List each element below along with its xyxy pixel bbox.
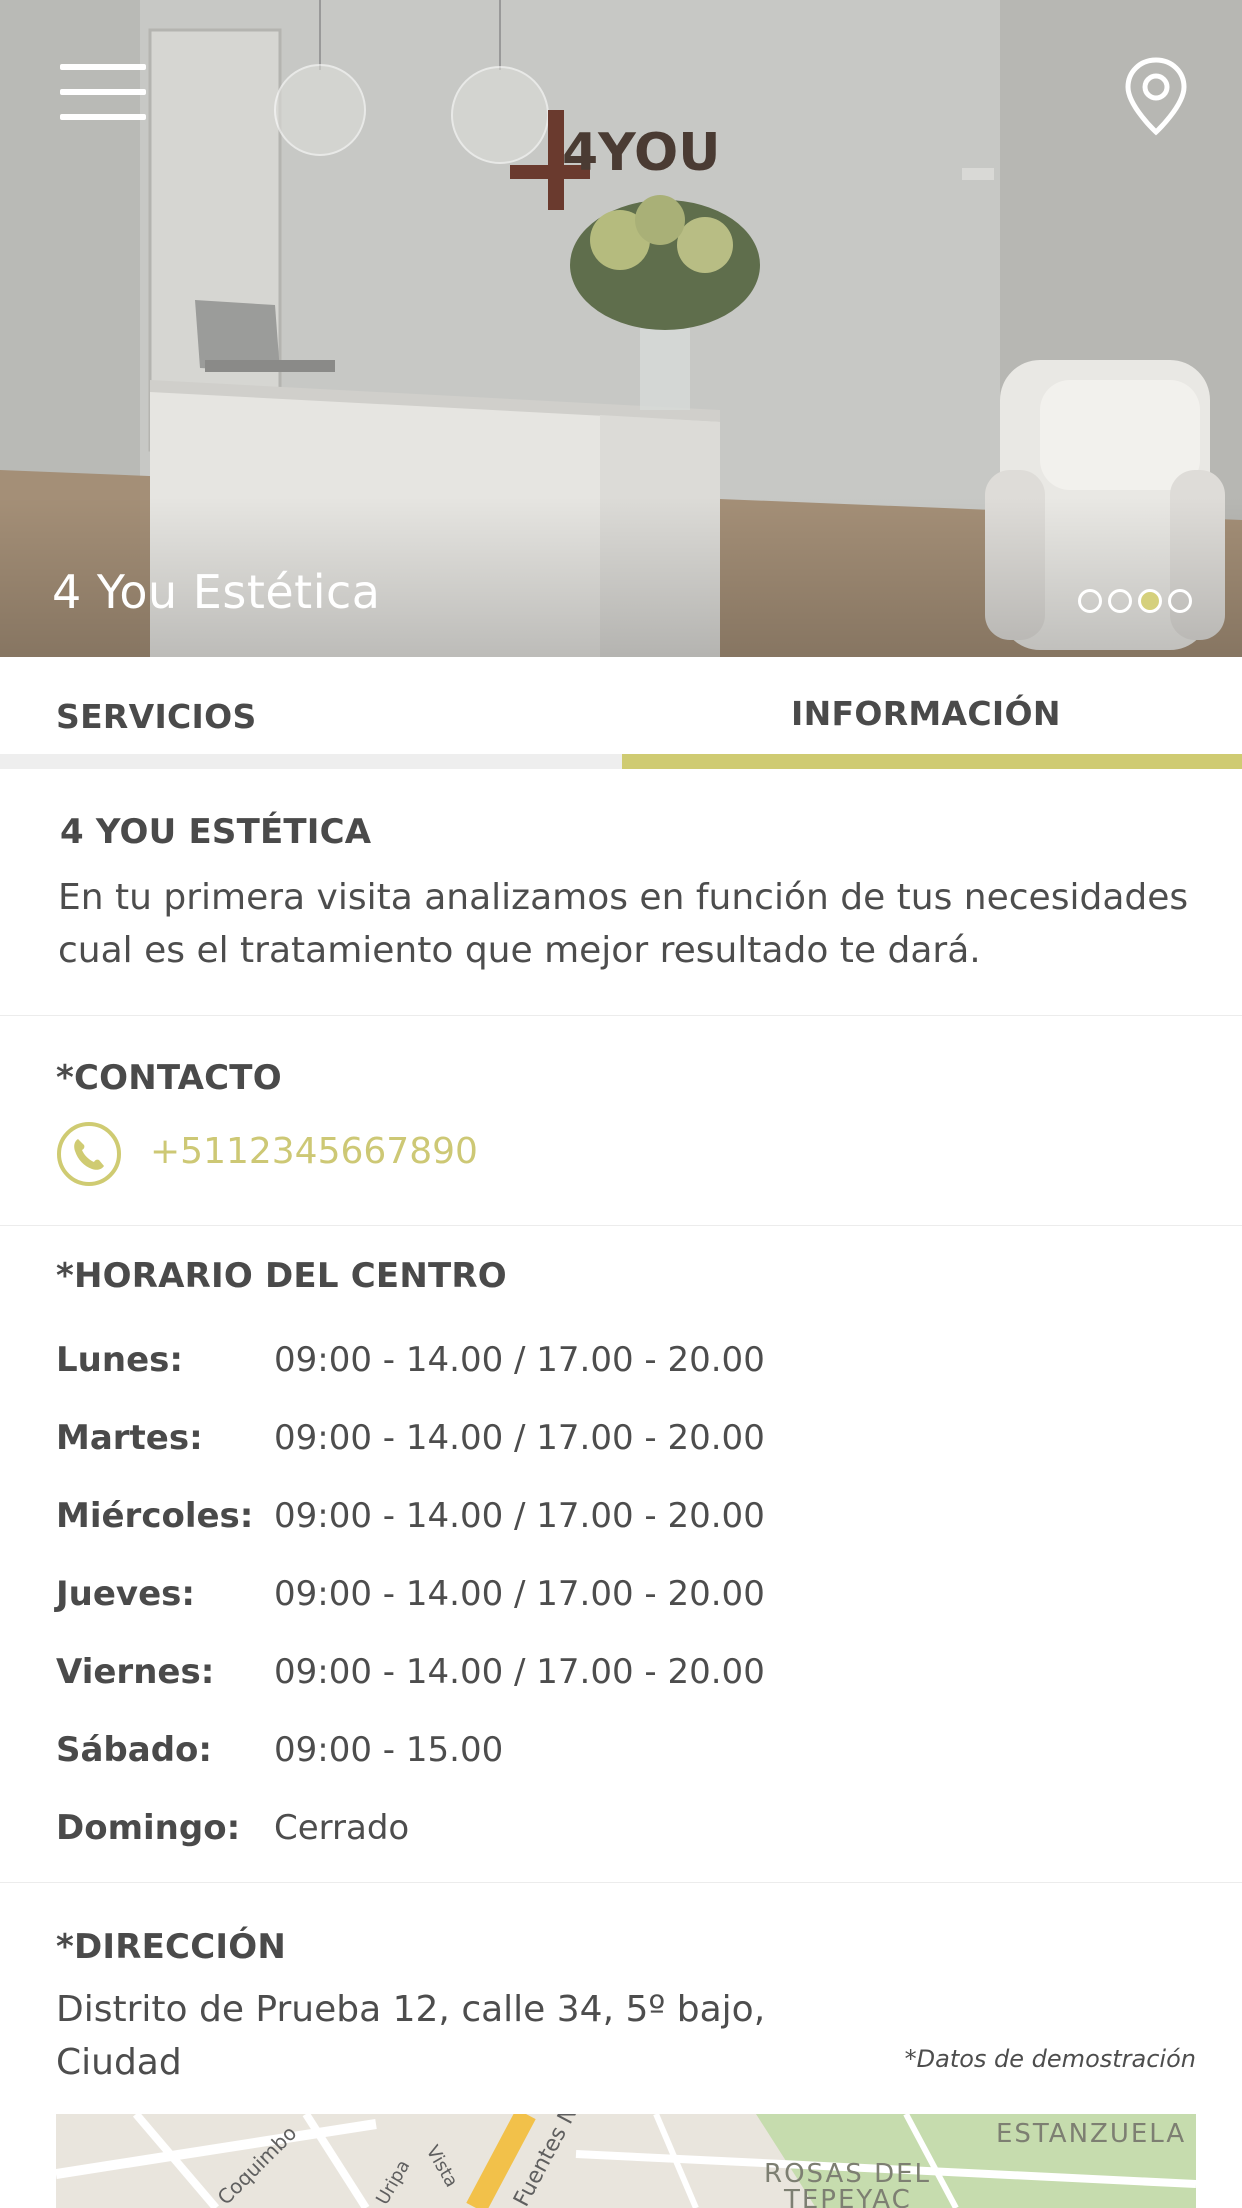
location-pin-icon[interactable]: [1124, 56, 1188, 136]
menu-icon[interactable]: [60, 64, 146, 120]
hours-day: Viernes:: [56, 1652, 215, 1692]
contact-section: *CONTACTO +5112345667890: [0, 1016, 1242, 1226]
map-label: ESTANZUELA: [996, 2119, 1186, 2149]
phone-number-link[interactable]: +5112345667890: [150, 1131, 478, 1172]
hours-heading: *HORARIO DEL CENTRO: [56, 1256, 507, 1296]
hours-time: 09:00 - 14.00 / 17.00 - 20.00: [274, 1340, 765, 1380]
hours-day: Miércoles:: [56, 1496, 254, 1536]
address-line: Ciudad: [56, 2042, 182, 2083]
hours-section: *HORARIO DEL CENTRO Lunes: 09:00 - 14.00…: [0, 1226, 1242, 1883]
demo-data-note: *Datos de demostración: [904, 2045, 1196, 2073]
address-section: *DIRECCIÓN Distrito de Prueba 12, calle …: [0, 1883, 1242, 2208]
address-text: Distrito de Prueba 12, calle 34, 5º bajo…: [56, 1983, 876, 2089]
hours-day: Jueves:: [56, 1574, 195, 1614]
map-graphic: ESTANZUELA ROSAS DEL TEPEYAC Coquimbo Vi…: [56, 2114, 1196, 2208]
menu-bar: [60, 114, 146, 120]
carousel-dot[interactable]: [1168, 589, 1192, 613]
tab-active-indicator: [622, 754, 1242, 769]
hours-time: 09:00 - 14.00 / 17.00 - 20.00: [274, 1574, 765, 1614]
hours-time: 09:00 - 15.00: [274, 1730, 504, 1770]
tab-servicios[interactable]: SERVICIOS: [0, 657, 621, 769]
tab-label: INFORMACIÓN: [791, 694, 1061, 733]
carousel-dot[interactable]: [1108, 589, 1132, 613]
hours-time: 09:00 - 14.00 / 17.00 - 20.00: [274, 1496, 765, 1536]
hours-day: Lunes:: [56, 1340, 183, 1380]
contact-heading: *CONTACTO: [56, 1058, 282, 1098]
phone-icon[interactable]: [56, 1121, 122, 1187]
about-description: En tu primera visita analizamos en funci…: [58, 877, 1189, 971]
carousel-dot-active[interactable]: [1138, 589, 1162, 613]
tab-informacion[interactable]: INFORMACIÓN: [621, 657, 1242, 769]
map-label: TEPEYAC: [783, 2185, 912, 2208]
hours-day: Martes:: [56, 1418, 203, 1458]
hero-image: 4YOU 4 You Estética: [0, 0, 1242, 657]
hours-day: Domingo:: [56, 1808, 241, 1848]
carousel-indicator: [1078, 589, 1192, 613]
hours-time: 09:00 - 14.00 / 17.00 - 20.00: [274, 1418, 765, 1458]
hours-time: Cerrado: [274, 1808, 410, 1848]
menu-bar: [60, 64, 146, 70]
hours-time: 09:00 - 14.00 / 17.00 - 20.00: [274, 1652, 765, 1692]
address-heading: *DIRECCIÓN: [56, 1927, 286, 1967]
location-map[interactable]: ESTANZUELA ROSAS DEL TEPEYAC Coquimbo Vi…: [56, 2114, 1196, 2208]
tab-bar: SERVICIOS INFORMACIÓN: [0, 657, 1242, 769]
tab-label: SERVICIOS: [56, 697, 257, 736]
address-line: Distrito de Prueba 12, calle 34, 5º bajo…: [56, 1989, 766, 2030]
hero-title: 4 You Estética: [52, 565, 381, 619]
svg-text:4YOU: 4YOU: [562, 123, 720, 183]
hours-day: Sábado:: [56, 1730, 213, 1770]
about-section: 4 YOU ESTÉTICA En tu primera visita anal…: [0, 769, 1242, 1016]
menu-bar: [60, 89, 146, 95]
about-heading: 4 YOU ESTÉTICA: [60, 812, 372, 852]
carousel-dot[interactable]: [1078, 589, 1102, 613]
